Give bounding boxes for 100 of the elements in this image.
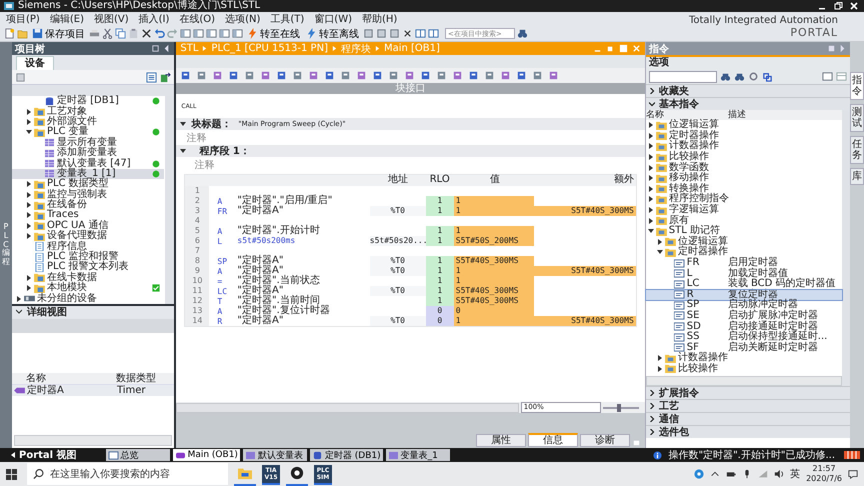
inspector-tab[interactable]: 诊断 — [580, 434, 630, 447]
new-project-icon[interactable] — [4, 28, 15, 39]
tool-icon[interactable] — [516, 70, 528, 81]
tool-icon[interactable] — [532, 70, 544, 81]
instruction-item[interactable]: 原有 — [646, 215, 842, 226]
instruction-item[interactable]: 比较操作 — [646, 152, 842, 162]
cut-icon[interactable] — [102, 28, 113, 39]
tree-item[interactable]: PLC 数据类型 — [12, 179, 164, 190]
instruction-item[interactable]: 程序控制指令 — [646, 194, 842, 205]
side-tab[interactable]: 库 — [850, 168, 864, 185]
tool-icon[interactable] — [292, 70, 304, 81]
tool-icon[interactable] — [363, 28, 374, 39]
side-tab[interactable]: 指令 — [850, 72, 864, 100]
expand-arrow-icon[interactable] — [26, 202, 32, 208]
instruction-item[interactable]: SE 启动扩展脉冲定时器 — [646, 310, 842, 322]
instruction-item[interactable]: 字逻辑运算 — [646, 204, 842, 216]
tool-icon[interactable] — [356, 70, 368, 81]
horizontal-scrollbar[interactable] — [646, 376, 842, 386]
help-icon[interactable] — [694, 469, 704, 479]
expand-arrow-icon[interactable] — [26, 212, 32, 218]
comment-field[interactable]: 注释 — [186, 130, 206, 144]
binoculars-icon[interactable] — [734, 71, 745, 82]
link-icon[interactable] — [762, 71, 773, 82]
tree-item[interactable]: PLC 变量 — [12, 127, 164, 138]
editor-tab[interactable]: 默认变量表 — [242, 449, 307, 461]
copy-icon[interactable] — [115, 28, 126, 39]
expand-arrow-icon[interactable] — [656, 366, 663, 372]
pin-icon[interactable] — [151, 44, 160, 53]
horizontal-scrollbar[interactable] — [176, 402, 519, 412]
instruction-item[interactable]: 比较操作 — [646, 364, 842, 374]
tool-icon[interactable] — [404, 70, 416, 81]
expand-arrow-icon[interactable] — [648, 164, 654, 171]
list-view-icon[interactable] — [146, 72, 158, 82]
expand-arrow-icon[interactable] — [26, 285, 32, 292]
instruction-item[interactable]: 位逻辑运算 — [646, 120, 842, 131]
restore-icon[interactable] — [832, 1, 844, 11]
inspector-tab[interactable]: 属性 — [476, 434, 526, 447]
tree-item[interactable]: 变量表_1 [1] — [12, 168, 164, 180]
search-icon[interactable] — [27, 463, 48, 485]
side-tab[interactable]: 测试 — [850, 104, 864, 132]
search-field[interactable] — [648, 70, 717, 82]
tool-icon[interactable] — [324, 70, 336, 81]
export-icon[interactable] — [160, 72, 172, 82]
expand-arrow-icon[interactable] — [648, 207, 654, 214]
instruction-item[interactable]: L 加载定时器值 — [646, 268, 842, 279]
tree-item[interactable]: 默认变量表 [47] — [12, 158, 164, 169]
side-tab[interactable]: 任务 — [850, 136, 864, 164]
expand-arrow-icon[interactable] — [648, 143, 654, 150]
window-layout-icon[interactable] — [180, 28, 191, 39]
section-header[interactable]: 工艺 — [646, 399, 850, 412]
expand-arrow-icon[interactable] — [648, 122, 654, 128]
collapse-arrow-icon[interactable] — [180, 121, 186, 127]
expand-arrow-icon[interactable] — [16, 296, 22, 302]
expand-arrow-icon[interactable] — [26, 118, 32, 125]
binoculars-icon[interactable] — [720, 71, 731, 82]
expand-arrow-icon[interactable] — [648, 228, 654, 234]
tool-icon[interactable] — [420, 70, 432, 81]
menu-item[interactable]: 工具(T) — [270, 12, 304, 26]
editor-tab[interactable]: 总览 — [106, 449, 170, 461]
menu-item[interactable]: 帮助(H) — [362, 12, 398, 26]
tree-item[interactable]: PLC 报警文本列表 — [12, 262, 164, 273]
zoom-slider-thumb[interactable] — [616, 404, 621, 412]
tree-item[interactable]: 显示所有变量 — [12, 138, 164, 148]
instruction-item[interactable]: SP 启动脉冲定时器 — [646, 300, 842, 311]
tool-icon[interactable] — [276, 70, 288, 81]
go-offline-button[interactable]: 转至离线 — [304, 26, 361, 40]
menu-item[interactable]: 视图(V) — [94, 12, 129, 26]
volume-icon[interactable] — [774, 469, 784, 479]
expand-arrow-icon[interactable] — [26, 192, 32, 198]
tool-icon[interactable] — [388, 70, 400, 81]
tree-item[interactable]: Traces — [12, 210, 164, 221]
menu-item[interactable]: 插入(I) — [138, 12, 170, 26]
menu-item[interactable]: 项目(P) — [6, 12, 40, 26]
tool-icon[interactable] — [228, 70, 240, 81]
section-header[interactable]: 通信 — [646, 412, 850, 426]
expand-arrow-icon[interactable] — [26, 233, 32, 240]
menu-item[interactable]: 编辑(E) — [50, 12, 84, 26]
taskbar-search-field[interactable]: 在这里输入你要搜索的内容 — [48, 463, 228, 485]
tree-item[interactable]: 定时器 [DB1] — [12, 96, 164, 106]
tool-icon[interactable] — [468, 70, 480, 81]
tree-item[interactable]: 添加新变量表 — [12, 148, 164, 158]
settings-icon[interactable] — [748, 71, 759, 82]
delete-icon[interactable] — [141, 28, 152, 39]
tool-icon[interactable] — [308, 70, 320, 81]
menu-item[interactable]: 选项(N) — [225, 12, 260, 26]
expand-arrow-icon[interactable] — [648, 218, 654, 224]
tree-item[interactable]: 程序信息 — [12, 241, 164, 252]
portal-view-button[interactable]: Portal 视图 — [4, 447, 83, 463]
tree-item[interactable]: 本地模块 — [12, 283, 164, 294]
tool-icon[interactable] — [180, 70, 192, 81]
tree-item[interactable]: 监控与强制表 — [12, 190, 164, 200]
expand-arrow-icon[interactable] — [26, 222, 32, 229]
side-tab[interactable]: PLC 编程 — [0, 42, 12, 448]
expand-arrow-icon[interactable] — [648, 175, 654, 182]
close-icon[interactable] — [848, 1, 860, 11]
split-view-icon[interactable] — [415, 28, 426, 39]
tool-icon[interactable] — [244, 70, 256, 81]
window-layout-icon[interactable] — [206, 28, 217, 39]
tool-icon[interactable] — [196, 70, 208, 81]
tree-item[interactable]: OPC UA 通信 — [12, 220, 164, 232]
